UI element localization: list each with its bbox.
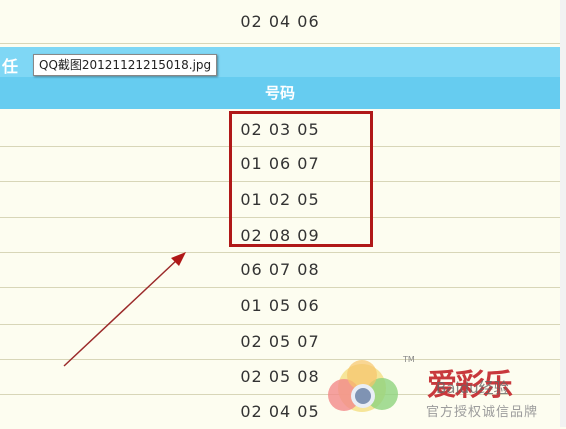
filename-tooltip: QQ截图20121121215018.jpg — [33, 54, 218, 76]
watermark-tagline: 官方授权诚信品牌 — [426, 405, 539, 420]
watermark-baidu: Baidu经验 — [436, 379, 509, 397]
trademark-label: TM — [403, 355, 415, 364]
lottery-table-screenshot: 02 04 06 任 号码 02 03 05 01 06 07 01 02 05… — [0, 0, 566, 427]
